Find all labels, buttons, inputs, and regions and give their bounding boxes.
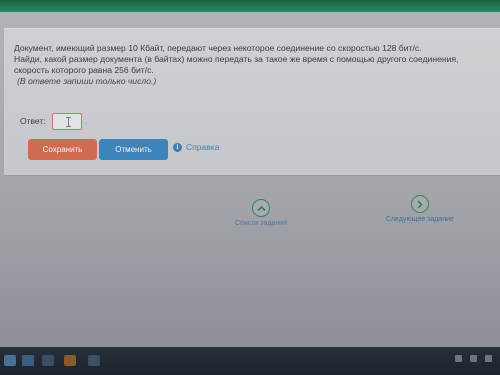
chevron-up-icon	[252, 199, 270, 217]
cancel-button[interactable]: Отменить	[99, 139, 168, 160]
next-task-link[interactable]: Следующее задание	[386, 195, 454, 223]
answer-suffix: .	[84, 116, 87, 126]
question-line-2: Найди, какой размер документа (в байтах)…	[14, 54, 459, 64]
answer-label: Ответ:	[20, 116, 46, 126]
info-icon: i	[173, 142, 182, 152]
task-list-label: Список заданий	[235, 220, 288, 227]
next-task-label: Следующее задание	[386, 216, 454, 223]
taskbar-app-icon[interactable]	[22, 355, 34, 366]
system-tray	[455, 355, 492, 362]
text-cursor-icon	[65, 116, 71, 127]
chevron-right-icon	[410, 195, 429, 213]
help-link[interactable]: i Справка	[173, 142, 219, 152]
question-line-3: скорость которого равна 256 бит/с.	[14, 65, 154, 75]
taskbar-app-icon[interactable]	[64, 355, 76, 366]
start-icon[interactable]	[4, 355, 16, 366]
taskbar-app-icon[interactable]	[88, 355, 100, 366]
page-content: Документ, имеющий размер 10 Кбайт, перед…	[0, 12, 500, 347]
tray-icon	[455, 355, 462, 362]
question-hint: (В ответе запиши только число.)	[17, 76, 157, 86]
help-label: Справка	[186, 142, 220, 152]
answer-input[interactable]	[51, 112, 82, 130]
taskbar	[0, 347, 500, 375]
taskbar-app-icon[interactable]	[42, 355, 54, 366]
task-list-link[interactable]: Список заданий	[235, 199, 287, 227]
save-button[interactable]: Сохранить	[28, 139, 97, 160]
question-text: Документ, имеющий размер 10 Кбайт, перед…	[14, 43, 500, 87]
question-line-1: Документ, имеющий размер 10 Кбайт, перед…	[14, 43, 422, 53]
tray-icon	[485, 355, 492, 362]
top-header-strip	[0, 0, 500, 12]
tray-icon	[470, 355, 477, 362]
answer-row: Ответ: .	[20, 111, 87, 131]
